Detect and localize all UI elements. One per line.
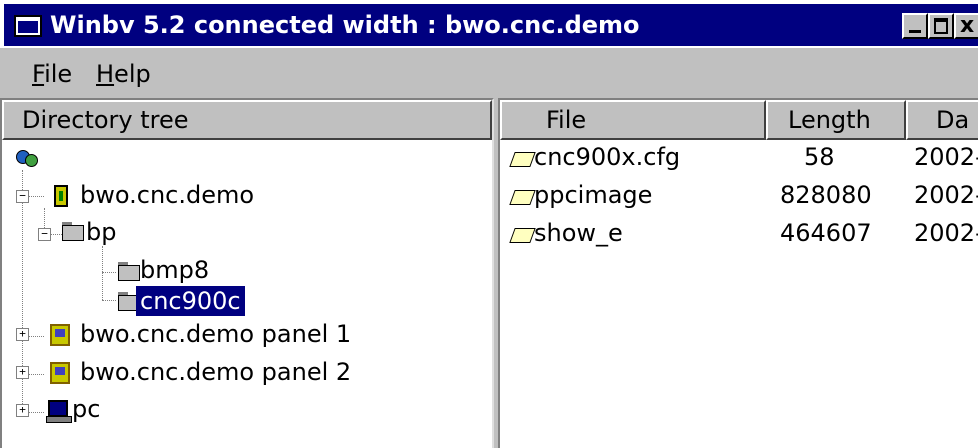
tree-node-bp[interactable]: bp	[86, 217, 116, 247]
panel-icon	[50, 324, 70, 346]
file-icon	[510, 186, 534, 206]
menu-help[interactable]: Help	[96, 58, 151, 90]
menu-help-label: elp	[114, 60, 151, 88]
file-icon	[510, 224, 534, 244]
app-window-icon[interactable]	[14, 15, 42, 37]
tree-node-bmp8[interactable]: bmp8	[140, 255, 209, 285]
directory-tree-header[interactable]: Directory tree	[2, 100, 492, 140]
minimize-button[interactable]	[902, 13, 928, 39]
column-header-file-label: File	[546, 106, 587, 134]
title-bar-fill: Winbv 5.2 connected width : bwo.cnc.demo…	[4, 4, 978, 46]
tree-line	[102, 300, 116, 301]
panel-icon	[50, 362, 70, 384]
file-date-cell: 2002-	[914, 219, 978, 247]
file-name-cell[interactable]: ppcimage	[534, 180, 652, 210]
file-date-cell: 2002-	[914, 143, 978, 171]
collapse-toggle[interactable]: −	[16, 190, 29, 203]
tree-node-pc[interactable]: pc	[72, 394, 100, 424]
tree-node-cnc900c[interactable]: cnc900c	[136, 286, 245, 316]
tree-line	[102, 246, 103, 300]
maximize-button[interactable]	[928, 13, 954, 39]
menu-help-mnemonic: H	[96, 60, 115, 88]
pc-icon	[46, 400, 72, 423]
app-window: Winbv 5.2 connected width : bwo.cnc.demo…	[0, 0, 978, 448]
file-date-cell: 2002-	[914, 181, 978, 209]
file-length-cell: 58	[804, 143, 835, 171]
folder-icon	[62, 222, 84, 241]
title-bar[interactable]: Winbv 5.2 connected width : bwo.cnc.demo…	[0, 0, 978, 48]
tree-line	[102, 272, 116, 273]
file-icon	[510, 148, 534, 168]
close-button[interactable]: x	[954, 13, 978, 39]
close-icon: x	[960, 13, 975, 38]
file-length-cell: 464607	[780, 219, 872, 247]
file-name-cell[interactable]: cnc900x.cfg	[534, 142, 680, 172]
tree-node-panel-1[interactable]: bwo.cnc.demo panel 1	[80, 319, 351, 349]
column-header-file[interactable]: File	[500, 100, 766, 140]
column-header-length-label: Length	[788, 106, 871, 134]
menu-file-label: ile	[44, 60, 73, 88]
window-title: Winbv 5.2 connected width : bwo.cnc.demo	[50, 11, 640, 39]
expand-toggle[interactable]: +	[16, 366, 29, 379]
tree-node-bwo-cnc-demo[interactable]: bwo.cnc.demo	[80, 180, 254, 210]
device-icon	[54, 185, 68, 207]
column-header-date[interactable]: Da	[906, 100, 978, 140]
menu-bar: File Help	[0, 52, 978, 96]
file-length-cell: 828080	[780, 181, 872, 209]
column-header-date-label: Da	[936, 106, 970, 134]
expand-toggle[interactable]: +	[16, 328, 29, 341]
file-name-cell[interactable]: show_e	[534, 218, 623, 248]
folder-icon	[118, 262, 140, 281]
file-list-pane[interactable]: File Length Da cnc900x.cfg 58 2002- ppci…	[498, 98, 978, 448]
directory-tree-header-label: Directory tree	[22, 106, 189, 134]
collapse-toggle[interactable]: −	[38, 228, 51, 241]
column-header-length[interactable]: Length	[766, 100, 906, 140]
network-root-icon[interactable]	[16, 148, 38, 168]
menu-file[interactable]: File	[32, 58, 72, 90]
directory-tree-pane[interactable]: Directory tree − bwo.cnc.demo − bp bmp8 …	[0, 98, 494, 448]
menu-file-mnemonic: F	[32, 60, 45, 88]
expand-toggle[interactable]: +	[16, 404, 29, 417]
tree-node-panel-2[interactable]: bwo.cnc.demo panel 2	[80, 357, 351, 387]
